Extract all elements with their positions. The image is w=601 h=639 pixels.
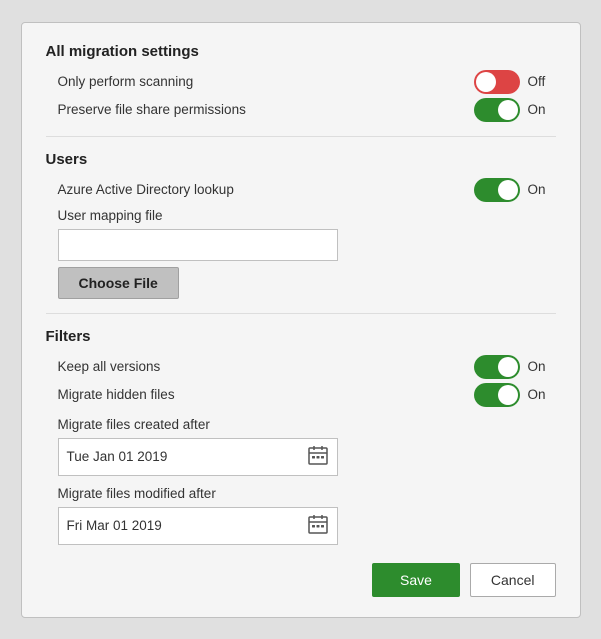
section-title-migration: All migration settings: [46, 43, 556, 60]
date-created-section: Migrate files created after Tue Jan 01 2…: [58, 417, 556, 476]
calendar-icon-created[interactable]: [307, 444, 329, 469]
toggle-label-scanning: Off: [528, 74, 556, 89]
cancel-button[interactable]: Cancel: [470, 563, 556, 597]
setting-row-scanning: Only perform scanning Off: [58, 70, 556, 94]
date-modified-input-wrapper[interactable]: Fri Mar 01 2019: [58, 507, 338, 545]
toggle-group-permissions: On: [474, 98, 556, 122]
date-created-value: Tue Jan 01 2019: [67, 449, 168, 464]
toggle-hidden[interactable]: [474, 383, 520, 407]
toggle-scanning[interactable]: [474, 70, 520, 94]
toggle-knob-permissions: [498, 100, 518, 120]
date-modified-section: Migrate files modified after Fri Mar 01 …: [58, 486, 556, 545]
label-aad: Azure Active Directory lookup: [58, 182, 234, 197]
setting-row-hidden: Migrate hidden files On: [58, 383, 556, 407]
toggle-label-versions: On: [528, 359, 556, 374]
toggle-group-scanning: Off: [474, 70, 556, 94]
date-modified-value: Fri Mar 01 2019: [67, 518, 162, 533]
setting-row-permissions: Preserve file share permissions On: [58, 98, 556, 122]
label-scanning: Only perform scanning: [58, 74, 194, 89]
toggle-aad[interactable]: [474, 178, 520, 202]
toggle-knob-aad: [498, 180, 518, 200]
toggle-group-versions: On: [474, 355, 556, 379]
toggle-knob-versions: [498, 357, 518, 377]
toggle-versions[interactable]: [474, 355, 520, 379]
toggle-knob-scanning: [476, 72, 496, 92]
label-permissions: Preserve file share permissions: [58, 102, 246, 117]
setting-row-aad: Azure Active Directory lookup On: [58, 178, 556, 202]
toggle-label-hidden: On: [528, 387, 556, 402]
label-user-mapping: User mapping file: [58, 208, 556, 223]
label-hidden: Migrate hidden files: [58, 387, 175, 402]
date-created-input-wrapper[interactable]: Tue Jan 01 2019: [58, 438, 338, 476]
toggle-group-aad: On: [474, 178, 556, 202]
toggle-knob-hidden: [498, 385, 518, 405]
setting-row-versions: Keep all versions On: [58, 355, 556, 379]
dialog-footer: Save Cancel: [46, 563, 556, 597]
label-date-created: Migrate files created after: [58, 417, 556, 432]
user-mapping-section: User mapping file Choose File: [58, 208, 556, 299]
label-versions: Keep all versions: [58, 359, 161, 374]
label-date-modified: Migrate files modified after: [58, 486, 556, 501]
toggle-label-permissions: On: [528, 102, 556, 117]
choose-file-button[interactable]: Choose File: [58, 267, 179, 299]
migration-settings-dialog: All migration settings Only perform scan…: [21, 22, 581, 618]
toggle-permissions[interactable]: [474, 98, 520, 122]
toggle-group-hidden: On: [474, 383, 556, 407]
toggle-label-aad: On: [528, 182, 556, 197]
divider-filters: [46, 313, 556, 314]
save-button[interactable]: Save: [372, 563, 460, 597]
user-mapping-input[interactable]: [58, 229, 338, 261]
calendar-icon-modified[interactable]: [307, 513, 329, 538]
divider-users: [46, 136, 556, 137]
section-title-filters: Filters: [46, 328, 556, 345]
section-title-users: Users: [46, 151, 556, 168]
